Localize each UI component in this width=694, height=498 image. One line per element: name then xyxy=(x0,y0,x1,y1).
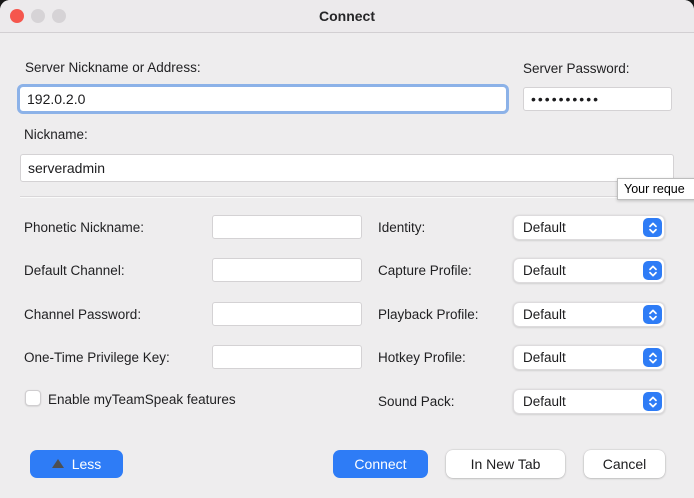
nickname-label: Nickname: xyxy=(24,127,88,142)
chevron-up-down-icon xyxy=(643,305,662,324)
connect-button-label: Connect xyxy=(354,456,406,472)
chevron-up-down-icon xyxy=(643,261,662,280)
sound-pack-label: Sound Pack: xyxy=(378,394,455,409)
connect-button[interactable]: Connect xyxy=(333,450,428,478)
identity-dropdown[interactable]: Default xyxy=(513,215,665,240)
myteamspeak-checkbox-label: Enable myTeamSpeak features xyxy=(48,392,236,407)
hotkey-profile-label: Hotkey Profile: xyxy=(378,350,466,365)
capture-profile-label: Capture Profile: xyxy=(378,263,472,278)
capture-profile-dropdown[interactable]: Default xyxy=(513,258,665,283)
playback-profile-dropdown-value: Default xyxy=(514,307,643,322)
sound-pack-dropdown-value: Default xyxy=(514,394,643,409)
section-divider xyxy=(20,196,674,198)
default-channel-label: Default Channel: xyxy=(24,263,125,278)
capture-profile-dropdown-value: Default xyxy=(514,263,643,278)
default-channel-input[interactable] xyxy=(212,258,362,282)
title-bar: Connect xyxy=(0,0,694,33)
hotkey-profile-dropdown[interactable]: Default xyxy=(513,345,665,370)
chevron-up-down-icon xyxy=(643,218,662,237)
less-button-label: Less xyxy=(72,456,102,472)
triangle-up-icon xyxy=(52,459,64,468)
server-address-label: Server Nickname or Address: xyxy=(25,60,201,75)
chevron-up-down-icon xyxy=(643,348,662,367)
playback-profile-dropdown[interactable]: Default xyxy=(513,302,665,327)
channel-password-label: Channel Password: xyxy=(24,307,141,322)
cancel-button[interactable]: Cancel xyxy=(584,450,665,478)
cancel-button-label: Cancel xyxy=(603,456,647,472)
phonetic-nickname-input[interactable] xyxy=(212,215,362,239)
in-new-tab-button[interactable]: In New Tab xyxy=(446,450,565,478)
less-button[interactable]: Less xyxy=(30,450,123,478)
phonetic-nickname-label: Phonetic Nickname: xyxy=(24,220,144,235)
chevron-up-down-icon xyxy=(643,392,662,411)
privilege-key-input[interactable] xyxy=(212,345,362,369)
server-password-input[interactable] xyxy=(523,87,672,111)
hotkey-profile-dropdown-value: Default xyxy=(514,350,643,365)
privilege-key-label: One-Time Privilege Key: xyxy=(24,350,170,365)
sound-pack-dropdown[interactable]: Default xyxy=(513,389,665,414)
myteamspeak-checkbox[interactable] xyxy=(25,390,41,406)
tooltip: Your reque xyxy=(617,178,694,200)
channel-password-input[interactable] xyxy=(212,302,362,326)
connect-dialog: Connect Server Nickname or Address: Serv… xyxy=(0,0,694,498)
nickname-input[interactable] xyxy=(20,154,674,182)
server-password-label: Server Password: xyxy=(523,61,630,76)
server-address-input[interactable] xyxy=(17,84,509,114)
in-new-tab-button-label: In New Tab xyxy=(471,456,541,472)
identity-label: Identity: xyxy=(378,220,425,235)
playback-profile-label: Playback Profile: xyxy=(378,307,479,322)
window-title: Connect xyxy=(0,0,694,33)
identity-dropdown-value: Default xyxy=(514,220,643,235)
